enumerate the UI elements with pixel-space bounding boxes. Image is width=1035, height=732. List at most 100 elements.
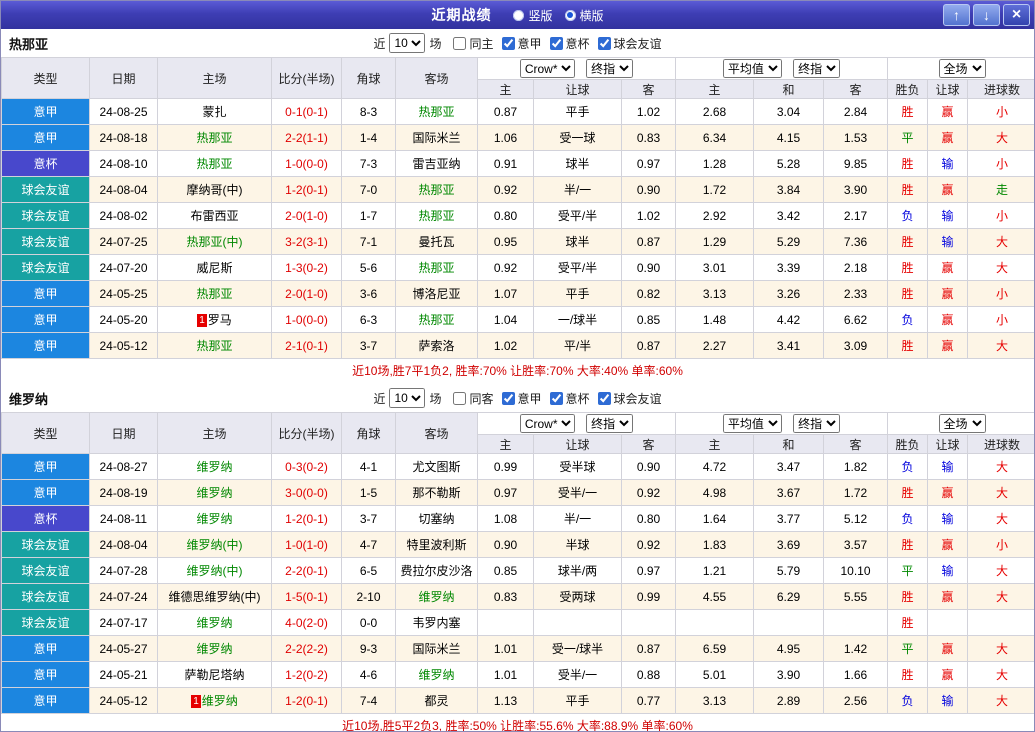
away-team-cell[interactable]: 韦罗内塞 [396, 610, 478, 636]
away-team-cell[interactable]: 费拉尔皮沙洛 [396, 558, 478, 584]
checkbox-input[interactable] [453, 392, 466, 405]
home-team-cell[interactable]: 维罗纳(中) [158, 532, 272, 558]
filter-checkbox[interactable]: 意甲 [502, 390, 542, 407]
home-team-cell[interactable]: 威尼斯 [158, 255, 272, 281]
filter-checkbox[interactable]: 意杯 [550, 390, 590, 407]
score-cell: 2-2(2-2) [272, 636, 342, 662]
layout-radio-option[interactable]: 竖版 [513, 7, 552, 24]
corner-cell: 8-3 [342, 99, 396, 125]
matches-table: 类型 日期 主场 比分(半场) 角球 客场 Crow* 终指 平均值 终指 [1, 57, 1035, 359]
checkbox-input[interactable] [550, 392, 563, 405]
date-cell: 24-07-17 [90, 610, 158, 636]
layout-radio-option[interactable]: 横版 [565, 7, 604, 24]
checkbox-input[interactable] [502, 392, 515, 405]
match-count-select[interactable]: 10 [389, 388, 425, 408]
checkbox-input[interactable] [453, 37, 466, 50]
team-name-text: 都灵 [424, 694, 448, 708]
home-team-cell[interactable]: 维罗纳 [158, 610, 272, 636]
away-team-cell[interactable]: 特里波利斯 [396, 532, 478, 558]
home-team-cell[interactable]: 热那亚 [158, 125, 272, 151]
average-select[interactable]: 平均值 [723, 59, 782, 78]
away-team-cell[interactable]: 雷吉亚纳 [396, 151, 478, 177]
away-team-cell[interactable]: 尤文图斯 [396, 454, 478, 480]
home-team-cell[interactable]: 摩纳哥(中) [158, 177, 272, 203]
away-team-cell[interactable]: 萨索洛 [396, 333, 478, 359]
scroll-up-button[interactable]: ↑ [943, 4, 970, 26]
away-team-cell[interactable]: 博洛尼亚 [396, 281, 478, 307]
away-team-cell[interactable]: 国际米兰 [396, 636, 478, 662]
home-team-cell[interactable]: 维罗纳 [158, 454, 272, 480]
average-select[interactable]: 平均值 [723, 414, 782, 433]
away-team-cell[interactable]: 那不勒斯 [396, 480, 478, 506]
away-team-cell[interactable]: 维罗纳 [396, 662, 478, 688]
home-team-cell[interactable]: 维罗纳 [158, 506, 272, 532]
filter-checkbox[interactable]: 意杯 [550, 35, 590, 52]
home-team-cell[interactable]: 维罗纳(中) [158, 558, 272, 584]
away-team-cell[interactable]: 维罗纳 [396, 584, 478, 610]
away-team-cell[interactable]: 热那亚 [396, 255, 478, 281]
filter-checkbox[interactable]: 意甲 [502, 35, 542, 52]
scroll-down-button[interactable]: ↓ [973, 4, 1000, 26]
away-team-cell[interactable]: 都灵 [396, 688, 478, 714]
handicap-cell: 平手 [534, 99, 622, 125]
away-team-cell[interactable]: 热那亚 [396, 99, 478, 125]
home-team-cell[interactable]: 维德思维罗纳(中) [158, 584, 272, 610]
home-odds-cell: 0.85 [478, 558, 534, 584]
scope-select[interactable]: 全场 [939, 414, 986, 433]
team-name-text: 维罗纳 [202, 694, 238, 708]
odds-time-select[interactable]: 终指 [586, 414, 633, 433]
filter-controls: 近 10 场 同客意甲意杯球会友谊 [373, 388, 661, 408]
checkbox-input[interactable] [598, 392, 611, 405]
home-team-cell[interactable]: 1罗马 [158, 307, 272, 333]
home-team-cell[interactable]: 布雷西亚 [158, 203, 272, 229]
odds-time-select[interactable]: 终指 [586, 59, 633, 78]
away-team-cell[interactable]: 曼托瓦 [396, 229, 478, 255]
checkbox-input[interactable] [502, 37, 515, 50]
home-team-cell[interactable]: 热那亚(中) [158, 229, 272, 255]
col-result-handicap: 让球 [928, 80, 968, 99]
handicap-result-cell: 赢 [928, 255, 968, 281]
odds-company-select[interactable]: Crow* [520, 414, 575, 433]
away-team-cell[interactable]: 切塞纳 [396, 506, 478, 532]
avg-draw-cell: 4.95 [754, 636, 824, 662]
col-away: 客场 [396, 413, 478, 454]
close-button[interactable]: × [1003, 4, 1030, 26]
home-team-cell[interactable]: 蒙扎 [158, 99, 272, 125]
home-team-cell[interactable]: 维罗纳 [158, 480, 272, 506]
home-team-cell[interactable]: 热那亚 [158, 281, 272, 307]
average-time-select[interactable]: 终指 [793, 414, 840, 433]
team-name-text: 热那亚 [418, 313, 454, 327]
checkbox-input[interactable] [598, 37, 611, 50]
date-cell: 24-05-12 [90, 688, 158, 714]
scope-select[interactable]: 全场 [939, 59, 986, 78]
away-team-cell[interactable]: 国际米兰 [396, 125, 478, 151]
checkbox-input[interactable] [550, 37, 563, 50]
handicap-cell: 平手 [534, 688, 622, 714]
home-team-cell[interactable]: 萨勒尼塔纳 [158, 662, 272, 688]
away-team-cell[interactable]: 热那亚 [396, 177, 478, 203]
corner-cell: 3-7 [342, 333, 396, 359]
away-team-cell[interactable]: 热那亚 [396, 203, 478, 229]
home-team-cell[interactable]: 热那亚 [158, 333, 272, 359]
filter-checkbox[interactable]: 球会友谊 [598, 390, 662, 407]
titlebar-center: 近期战绩 竖版横版 [431, 5, 603, 25]
filter-checkbox[interactable]: 同主 [453, 35, 493, 52]
handicap-result-cell: 输 [928, 151, 968, 177]
filter-checkbox[interactable]: 同客 [453, 390, 493, 407]
goals-result-cell: 大 [968, 125, 1035, 151]
match-count-select[interactable]: 10 [389, 33, 425, 53]
col-avg-draw: 和 [754, 435, 824, 454]
average-time-select[interactable]: 终指 [793, 59, 840, 78]
league-type-cell: 球会友谊 [2, 610, 90, 636]
league-type-cell: 意甲 [2, 662, 90, 688]
filter-bar: 热那亚 近 10 场 同主意甲意杯球会友谊 [1, 29, 1034, 57]
filter-checkbox[interactable]: 球会友谊 [598, 35, 662, 52]
away-team-cell[interactable]: 热那亚 [396, 307, 478, 333]
home-team-cell[interactable]: 热那亚 [158, 151, 272, 177]
home-team-cell[interactable]: 1维罗纳 [158, 688, 272, 714]
odds-company-select[interactable]: Crow* [520, 59, 575, 78]
filter-bar: 维罗纳 近 10 场 同客意甲意杯球会友谊 [1, 384, 1034, 412]
date-cell: 24-05-21 [90, 662, 158, 688]
home-team-cell[interactable]: 维罗纳 [158, 636, 272, 662]
avg-home-cell: 4.55 [676, 584, 754, 610]
